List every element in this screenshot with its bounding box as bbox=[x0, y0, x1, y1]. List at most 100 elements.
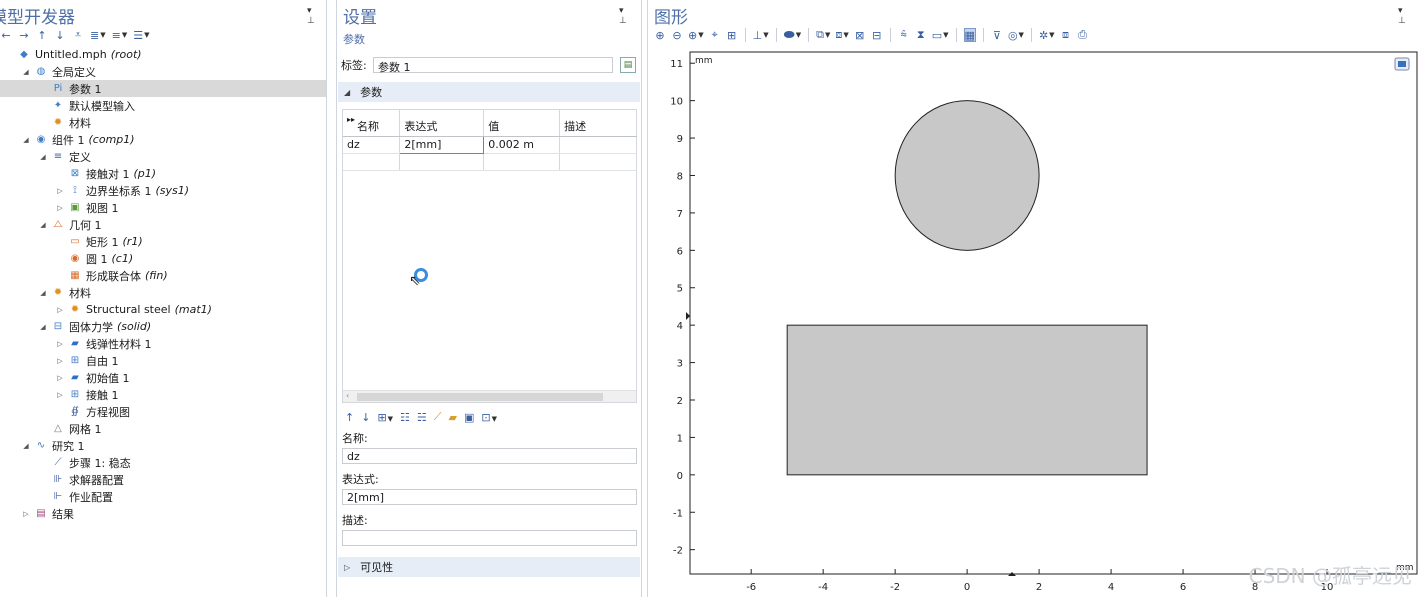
move-down-icon[interactable]: ↓ bbox=[54, 28, 66, 42]
orientation-icon[interactable]: ⊥ ▼ bbox=[753, 28, 769, 42]
col-name[interactable]: ▸▸名称 bbox=[343, 110, 401, 137]
add-icon[interactable]: ⊞▼ bbox=[377, 411, 393, 424]
tree-item[interactable]: ◢ ◍ 全局定义 bbox=[0, 63, 326, 80]
center-icon[interactable]: ⌖ bbox=[709, 28, 721, 42]
graphics-panel-controls[interactable]: ▾ ⊥ bbox=[1398, 6, 1420, 26]
tree-item[interactable]: ▷ ▰ 初始值 1 bbox=[0, 369, 326, 386]
tree-item[interactable]: ▷ ▰ 线弹性材料 1 bbox=[0, 335, 326, 352]
settings-panel-controls[interactable]: ▾ ⊥ bbox=[619, 6, 641, 26]
tree-item[interactable]: ∯ 方程视图 bbox=[0, 403, 326, 420]
view-settings-icon[interactable]: ▭ ▼ bbox=[932, 28, 949, 42]
tree-item[interactable]: ▷ ✹ Structural steel (mat1) bbox=[0, 301, 326, 318]
tree-options-icon[interactable]: ☰ ▼ bbox=[133, 28, 149, 42]
collapse-icon[interactable]: ≡ ▼ bbox=[112, 28, 128, 42]
expand-arrow-icon[interactable]: ▷ bbox=[55, 340, 65, 348]
move-down-icon[interactable]: ↓ bbox=[361, 411, 370, 424]
tree-item[interactable]: ◢ ✹ 材料 bbox=[0, 284, 326, 301]
geometry-plot[interactable]: mm mm -2-101234567891011 -6 -4 -2 0 2 4 6 8 10 bbox=[648, 46, 1420, 597]
tree-item[interactable]: ⊪ 求解器配置 bbox=[0, 471, 326, 488]
tree-item[interactable]: ⟋ 步骤 1: 稳态 bbox=[0, 454, 326, 471]
tree-item[interactable]: ▷ ▣ 视图 1 bbox=[0, 199, 326, 216]
tree-item[interactable]: ◢ ◉ 组件 1 (comp1) bbox=[0, 131, 326, 148]
tree-item[interactable]: ▷ ⟟ 边界坐标系 1 (sys1) bbox=[0, 182, 326, 199]
name-input[interactable]: dz bbox=[342, 448, 637, 464]
scroll-thumb[interactable] bbox=[357, 393, 603, 401]
tree-item[interactable]: ◆ Untitled.mph (root) bbox=[0, 46, 326, 63]
tree-item[interactable]: ▷ ⊞ 自由 1 bbox=[0, 352, 326, 369]
transparency-icon[interactable]: ⊽ bbox=[991, 28, 1003, 42]
section-parameters[interactable]: ◢ 参数 bbox=[338, 82, 640, 102]
render-icon[interactable]: ◎ ▼ bbox=[1008, 28, 1024, 42]
save-icon[interactable]: ▣ bbox=[464, 411, 474, 424]
clear-selection-icon[interactable]: ⊠ bbox=[854, 28, 866, 42]
forward-icon[interactable]: → bbox=[18, 28, 30, 42]
select-all-icon[interactable]: ⧈ ▼ bbox=[835, 28, 848, 42]
tree-item[interactable]: ◢ ≡ 定义 bbox=[0, 148, 326, 165]
load-icon[interactable]: ▰ bbox=[449, 411, 457, 424]
tree-item[interactable]: ✹ 材料 bbox=[0, 114, 326, 131]
table-row[interactable]: dz 2[mm] 0.002 m bbox=[343, 135, 637, 154]
tree-item[interactable]: ⊠ 接触对 1 (p1) bbox=[0, 165, 326, 182]
cell-name[interactable] bbox=[343, 153, 401, 171]
select-object-icon[interactable]: ⬬ ▼ bbox=[784, 28, 802, 43]
col-description[interactable]: 描述 bbox=[559, 110, 637, 137]
tree-item[interactable]: ⊩ 作业配置 bbox=[0, 488, 326, 505]
expand-arrow-icon[interactable]: ◢ bbox=[21, 442, 31, 450]
zoom-out-icon[interactable]: ⊖ bbox=[671, 28, 683, 42]
expression-input[interactable]: 2[mm] bbox=[342, 489, 637, 505]
label-edit-icon[interactable]: ▤ bbox=[620, 57, 636, 73]
expand-arrow-icon[interactable]: ◢ bbox=[38, 153, 48, 161]
grid-icon[interactable]: ▦ bbox=[963, 28, 976, 42]
expand-arrow-icon[interactable]: ◢ bbox=[38, 289, 48, 297]
table-row[interactable] bbox=[343, 153, 637, 171]
back-icon[interactable]: ← bbox=[0, 28, 12, 42]
expand-arrow-icon[interactable]: ▷ bbox=[55, 357, 65, 365]
tree-item[interactable]: ▷ ▤ 结果 bbox=[0, 505, 326, 522]
cell-description[interactable] bbox=[559, 136, 637, 154]
col-expression[interactable]: 表达式 bbox=[399, 110, 485, 137]
export-icon[interactable]: ⊡▼ bbox=[481, 411, 497, 424]
cell-expression[interactable]: 2[mm] bbox=[399, 135, 485, 154]
zoom-box-icon[interactable]: ⊕ ▼ bbox=[688, 28, 704, 42]
clear-icon[interactable]: ⟋ bbox=[434, 410, 442, 424]
hide-icon[interactable]: ⩯ bbox=[898, 28, 910, 42]
expand-arrow-icon[interactable]: ▷ bbox=[55, 374, 65, 382]
tree-item[interactable]: ◢ ⧍ 几何 1 bbox=[0, 216, 326, 233]
zoom-extents-icon[interactable]: ⊞ bbox=[726, 28, 738, 42]
tree-item[interactable]: ▭ 矩形 1 (r1) bbox=[0, 233, 326, 250]
select-box-icon[interactable]: ⧉ ▼ bbox=[816, 28, 830, 42]
expand-arrow-icon[interactable]: ◢ bbox=[38, 221, 48, 229]
zoom-in-icon[interactable]: ⊕ bbox=[654, 28, 666, 42]
print-icon[interactable]: ⎙ bbox=[1077, 28, 1089, 42]
expand-arrow-icon[interactable]: ◢ bbox=[21, 136, 31, 144]
expand-arrow-icon[interactable]: ▷ bbox=[55, 187, 65, 195]
expand-arrow-icon[interactable]: ◢ bbox=[21, 68, 31, 76]
wireframe-icon[interactable]: ⧗ bbox=[915, 28, 927, 42]
cell-description[interactable] bbox=[559, 153, 637, 171]
tree-item[interactable]: ▦ 形成联合体 (fin) bbox=[0, 267, 326, 284]
expand-arrow-icon[interactable]: ▷ bbox=[21, 510, 31, 518]
section-visibility[interactable]: ▷ 可见性 bbox=[338, 557, 640, 577]
tree-item[interactable]: ◉ 圆 1 (c1) bbox=[0, 250, 326, 267]
refresh-icon[interactable]: ✲ ▼ bbox=[1039, 28, 1055, 42]
delete-row-icon[interactable]: ☵ bbox=[417, 411, 427, 424]
description-input[interactable] bbox=[342, 530, 637, 546]
show-icon[interactable]: ⩡ bbox=[72, 28, 84, 42]
cell-name[interactable]: dz bbox=[343, 136, 401, 154]
move-up-icon[interactable]: ↑ bbox=[345, 411, 354, 424]
expand-arrow-icon[interactable]: ▷ bbox=[55, 391, 65, 399]
tree-item[interactable]: ◢ ∿ 研究 1 bbox=[0, 437, 326, 454]
camera-icon[interactable]: ⧈ bbox=[1060, 28, 1072, 42]
tree-item[interactable]: △ 网格 1 bbox=[0, 420, 326, 437]
scroll-left-icon[interactable]: ‹ bbox=[346, 391, 349, 400]
tree-item[interactable]: ◢ ⊟ 固体力学 (solid) bbox=[0, 318, 326, 335]
insert-row-icon[interactable]: ☷ bbox=[400, 411, 410, 424]
tree-item[interactable]: Pi 参数 1 bbox=[0, 80, 326, 97]
horizontal-scrollbar[interactable]: ‹ bbox=[343, 390, 636, 402]
move-up-icon[interactable]: ↑ bbox=[36, 28, 48, 42]
panel-controls[interactable]: ▾ ⊥ bbox=[307, 6, 326, 26]
expand-icon[interactable]: ≣ ▼ bbox=[90, 28, 106, 42]
expand-arrow-icon[interactable]: ◢ bbox=[38, 323, 48, 331]
label-input[interactable]: 参数 1 bbox=[373, 57, 613, 74]
expand-arrow-icon[interactable]: ▷ bbox=[55, 204, 65, 212]
